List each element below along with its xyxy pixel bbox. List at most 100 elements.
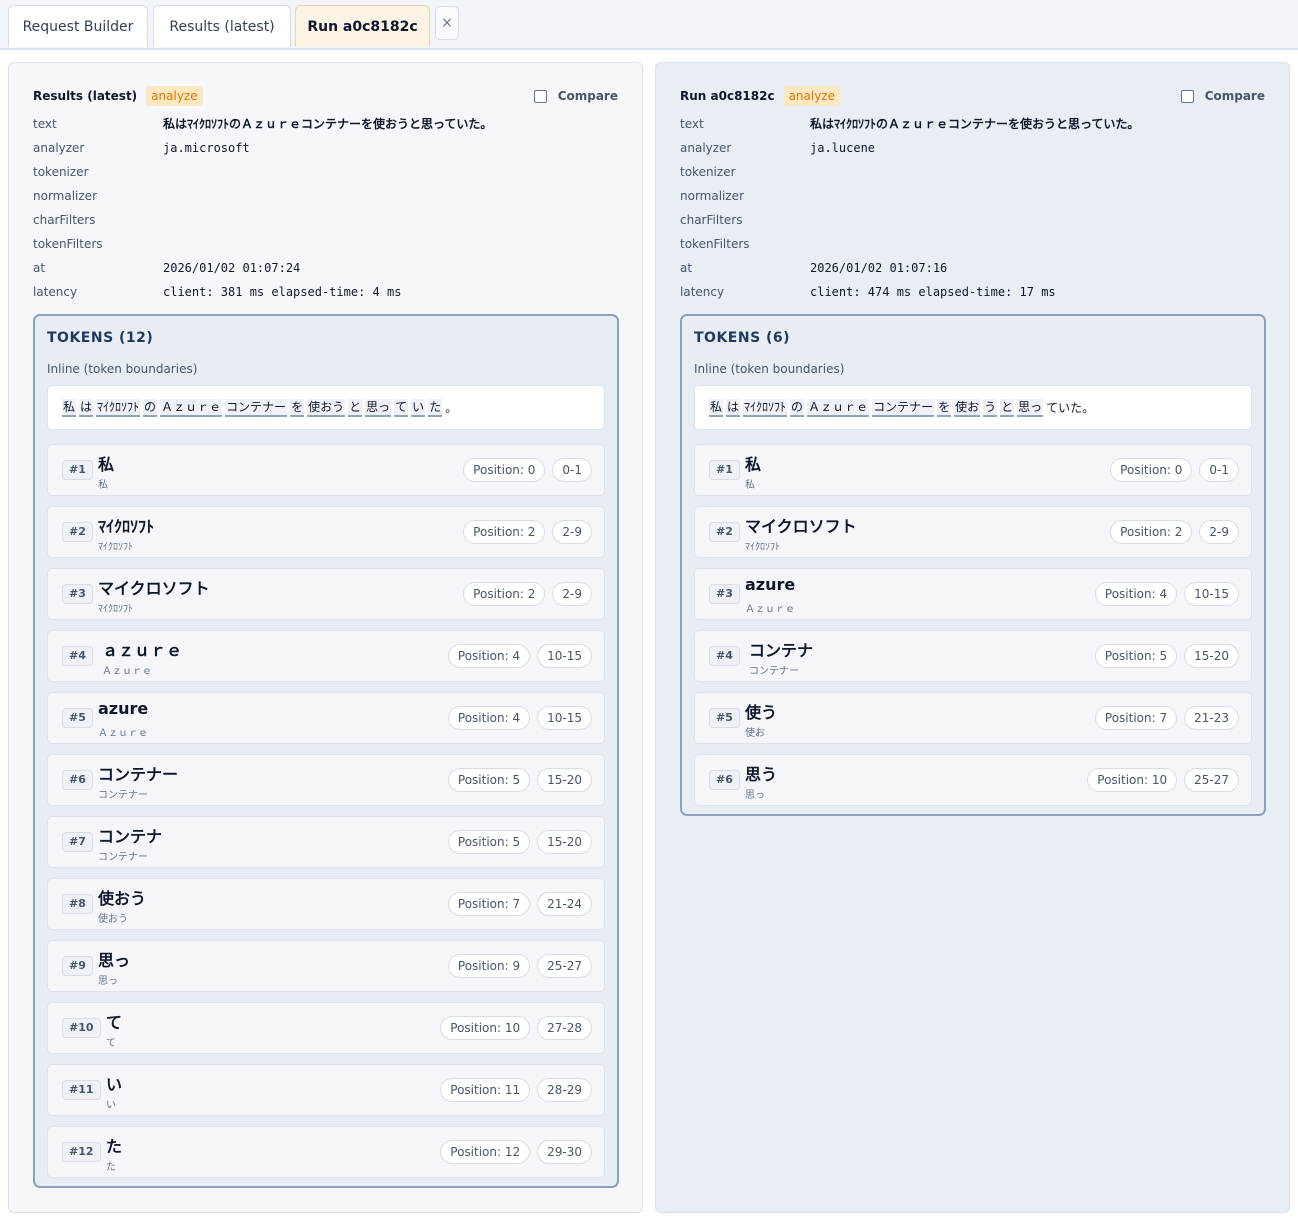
meta-row: at 2026/01/02 01:07:24 <box>33 259 623 283</box>
token-position: Position: 4 <box>447 644 531 668</box>
token-source: コンテナー <box>98 852 148 863</box>
token-position: Position: 9 <box>447 954 531 978</box>
tab-run[interactable]: Run a0c8182c <box>295 5 430 47</box>
token-pills: Position: 10 27-28 <box>433 1016 592 1040</box>
token-position: Position: 5 <box>447 830 531 854</box>
compare-checkbox[interactable] <box>1180 89 1194 103</box>
inline-token-segment: コンテナー <box>225 398 288 417</box>
token-index: #4 <box>62 646 93 666</box>
token-row[interactable]: #5 使う 使お Position: 7 21-23 <box>694 692 1252 744</box>
meta-value: client: 381 ms elapsed-time: 4 ms <box>163 285 402 299</box>
token-source: 私 <box>98 480 108 491</box>
token-row[interactable]: #5 azure Ａｚｕｒｅ Position: 4 10-15 <box>47 692 605 744</box>
token-index: #11 <box>62 1080 101 1100</box>
meta-key: at <box>33 261 46 275</box>
panel-title: Results (latest) <box>33 89 138 103</box>
token-term: て <box>106 1013 123 1032</box>
inline-token-segment: 私 <box>709 398 724 417</box>
inline-token-segment: は <box>726 398 741 417</box>
token-term: コンテナー <box>98 765 179 784</box>
inline-token-segment: Ａｚｕｒｅ <box>160 398 223 417</box>
meta-row: charFilters <box>33 211 623 235</box>
token-position: Position: 10 <box>1087 768 1178 792</box>
compare-toggle[interactable]: Compare <box>1180 89 1265 103</box>
inline-token-segment: は <box>79 398 94 417</box>
token-row[interactable]: #6 コンテナー コンテナー Position: 5 15-20 <box>47 754 605 806</box>
token-source: 私 <box>745 480 755 491</box>
tokens-box: TOKENS (12) Inline (token boundaries) 私はﾏｲ… <box>33 314 619 1188</box>
token-index: #3 <box>709 584 740 604</box>
token-offsets: 21-23 <box>1184 706 1239 730</box>
close-tab-button[interactable]: × <box>435 6 459 40</box>
token-row[interactable]: #3 azure Ａｚｕｒｅ Position: 4 10-15 <box>694 568 1252 620</box>
token-row[interactable]: #3 マイクロソフト ﾏｲｸﾛｿﾌﾄ Position: 2 2-9 <box>47 568 605 620</box>
token-source: ﾏｲｸﾛｿﾌﾄ <box>745 542 780 553</box>
token-row[interactable]: #9 思っ 思っ Position: 9 25-27 <box>47 940 605 992</box>
token-position: Position: 5 <box>447 768 531 792</box>
inline-token-boundaries: 私はﾏｲｸﾛｿﾌﾄのＡｚｕｒｅコンテナーを使おうと思っていた。 <box>694 385 1252 430</box>
tab-label: Results (latest) <box>169 19 275 35</box>
token-term: 私 <box>745 455 762 474</box>
inline-token-boundaries: 私はﾏｲｸﾛｿﾌﾄのＡｚｕｒｅコンテナーを使おうと思っていた。 <box>47 385 605 430</box>
token-pills: Position: 2 2-9 <box>456 582 592 606</box>
tokens-title: TOKENS (6) <box>694 330 791 346</box>
meta-row: latency client: 474 ms elapsed-time: 17 m… <box>680 283 1270 307</box>
inline-token-segment: 使おう <box>307 398 346 417</box>
token-row[interactable]: #2 マイクロソフト ﾏｲｸﾛｿﾌﾄ Position: 2 2-9 <box>694 506 1252 558</box>
token-pills: Position: 5 15-20 <box>1088 644 1239 668</box>
compare-label: Compare <box>1204 89 1265 103</box>
analyze-badge: analyze <box>783 86 841 106</box>
token-row[interactable]: #8 使おう 使おう Position: 7 21-24 <box>47 878 605 930</box>
token-source: い <box>106 1100 116 1111</box>
token-offsets: 2-9 <box>1199 520 1239 544</box>
tab-results-latest[interactable]: Results (latest) <box>153 5 291 47</box>
token-row[interactable]: #7 コンテナ コンテナー Position: 5 15-20 <box>47 816 605 868</box>
request-meta: text 私はﾏｲｸﾛｿﾌﾄのＡｚｕｒｅコンテナーを使おうと思っていた。 analy… <box>680 115 1270 307</box>
meta-key: analyzer <box>33 141 85 155</box>
token-row[interactable]: #11 いい Position: 11 28-29 <box>47 1064 605 1116</box>
token-index: #2 <box>709 522 740 542</box>
meta-value: ja.microsoft <box>163 141 250 155</box>
meta-key: normalizer <box>33 189 97 203</box>
inline-token-segment: う <box>983 398 998 417</box>
token-row[interactable]: #10 てて Position: 10 27-28 <box>47 1002 605 1054</box>
inline-token-segment: て <box>394 398 409 417</box>
token-row[interactable]: #2 ﾏｲｸﾛｿﾌﾄ ﾏｲｸﾛｿﾌﾄ Position: 2 2-9 <box>47 506 605 558</box>
meta-key: charFilters <box>680 213 743 227</box>
token-row[interactable]: #4 コンテナ コンテナー Position: 5 15-20 <box>694 630 1252 682</box>
token-term: マイクロソフト <box>745 517 857 536</box>
token-source: て <box>106 1038 116 1049</box>
token-row[interactable]: #1 私私 Position: 0 0-1 <box>694 444 1252 496</box>
inline-token-segment: を <box>937 398 952 417</box>
token-pills: Position: 4 10-15 <box>441 706 592 730</box>
tab-request-builder[interactable]: Request Builder <box>8 5 148 47</box>
token-position: Position: 4 <box>447 706 531 730</box>
token-pills: Position: 4 10-15 <box>1088 582 1239 606</box>
token-row[interactable]: #1 私私 Position: 0 0-1 <box>47 444 605 496</box>
inline-token-segment: ﾏｲｸﾛｿﾌﾄ <box>96 398 141 417</box>
token-row[interactable]: #6 思う 思っ Position: 10 25-27 <box>694 754 1252 806</box>
compare-checkbox[interactable] <box>533 89 547 103</box>
token-term: ﾏｲｸﾛｿﾌﾄ <box>98 517 155 536</box>
meta-value: 2026/01/02 01:07:16 <box>810 261 948 275</box>
token-row[interactable]: #12 たた Position: 12 29-30 <box>47 1126 605 1178</box>
token-index: #2 <box>62 522 93 542</box>
token-offsets: 15-20 <box>537 768 592 792</box>
meta-key: tokenFilters <box>680 237 750 251</box>
meta-row: text 私はﾏｲｸﾛｿﾌﾄのＡｚｕｒｅコンテナーを使おうと思っていた。 <box>680 115 1270 139</box>
token-index: #12 <box>62 1142 101 1162</box>
token-row[interactable]: #4 ａｚｕｒｅ Ａｚｕｒｅ Position: 4 10-15 <box>47 630 605 682</box>
token-offsets: 29-30 <box>537 1140 592 1164</box>
inline-token-segment: ﾏｲｸﾛｿﾌﾄ <box>743 398 788 417</box>
token-pills: Position: 0 0-1 <box>1103 458 1239 482</box>
meta-row: tokenFilters <box>680 235 1270 259</box>
analyze-badge: analyze <box>146 86 203 106</box>
token-term: azure <box>98 699 149 718</box>
token-index: #5 <box>62 708 93 728</box>
tokens-box: TOKENS (6) Inline (token boundaries) 私はﾏｲｸ… <box>680 314 1266 816</box>
token-offsets: 25-27 <box>537 954 592 978</box>
meta-key: tokenizer <box>33 165 89 179</box>
token-index: #8 <box>62 894 93 914</box>
meta-row: at 2026/01/02 01:07:16 <box>680 259 1270 283</box>
compare-toggle[interactable]: Compare <box>533 89 618 103</box>
